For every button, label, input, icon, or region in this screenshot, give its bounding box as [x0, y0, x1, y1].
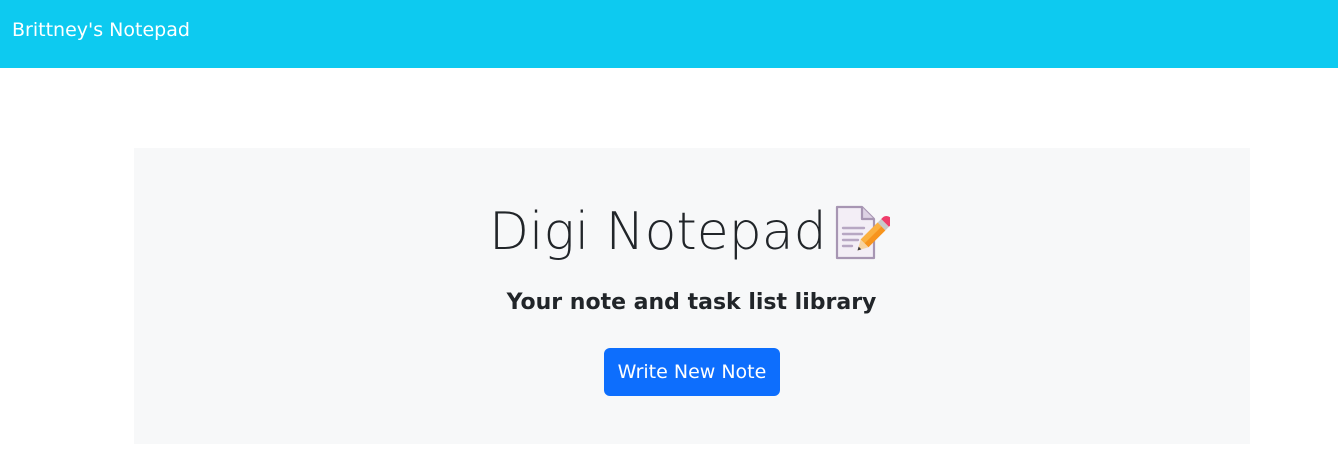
hero-subtitle: Your note and task list library: [506, 290, 877, 315]
memo-icon: [832, 204, 892, 262]
navbar-brand[interactable]: Brittney's Notepad: [12, 19, 190, 41]
write-new-note-button[interactable]: Write New Note: [604, 348, 780, 396]
page-title: Digi Notepad: [489, 202, 827, 262]
top-navbar: Brittney's Notepad: [0, 0, 1338, 68]
